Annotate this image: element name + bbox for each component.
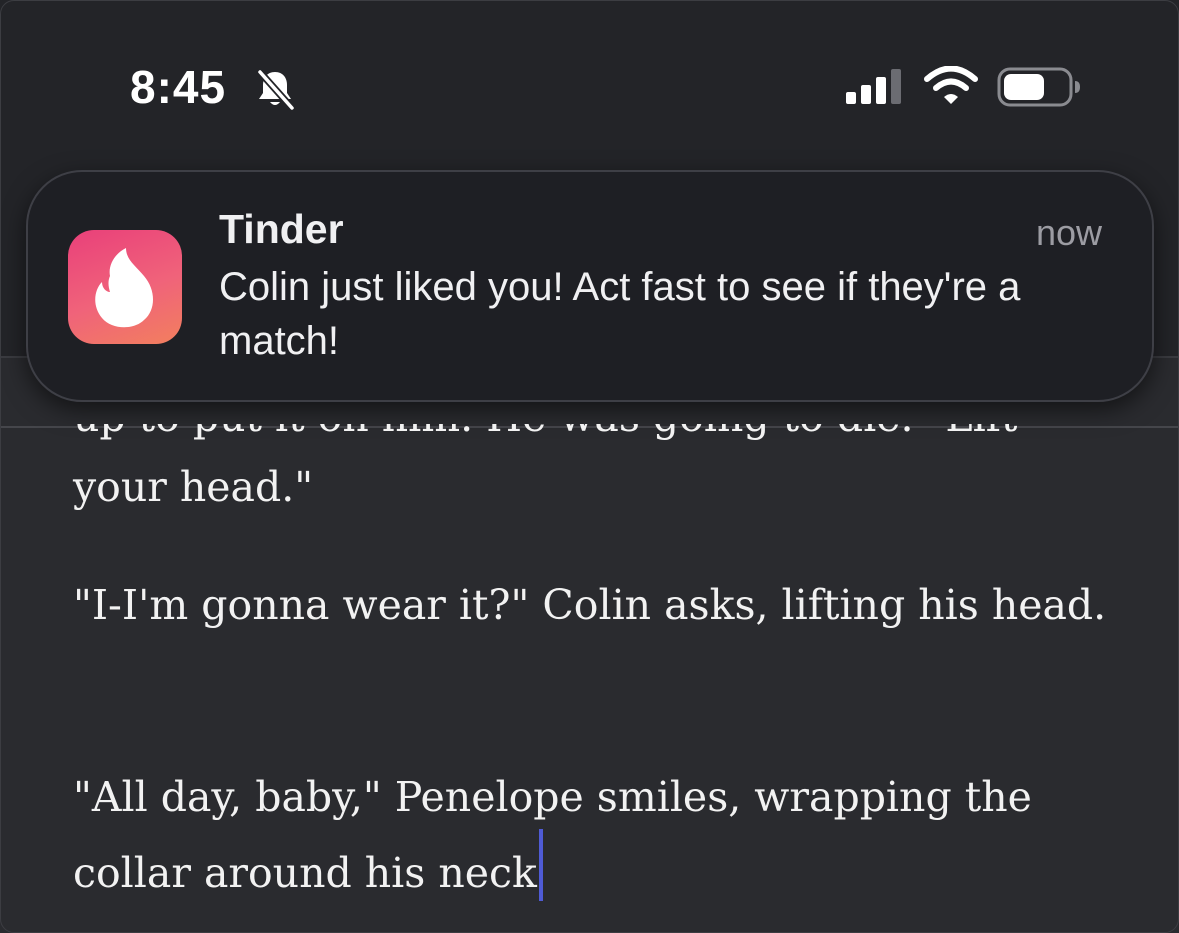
document-paragraph[interactable]: your head." bbox=[73, 456, 1133, 519]
cellular-signal-icon bbox=[844, 68, 906, 106]
tinder-flame-icon bbox=[95, 248, 153, 328]
notification-message: Colin just liked you! Act fast to see if… bbox=[219, 265, 1021, 363]
notification-timestamp: now bbox=[1035, 212, 1102, 253]
document-paragraph-text: "All day, baby," Penelope smiles, wrappi… bbox=[73, 773, 1032, 897]
notification-app-name: Tinder bbox=[219, 206, 344, 252]
notification-banner[interactable]: Tinder now Colin just liked you! Act fas… bbox=[26, 170, 1154, 402]
screen: 8:45 Tinder now Colin just liked you! Ac… bbox=[0, 0, 1179, 933]
tinder-app-icon bbox=[68, 230, 182, 344]
battery-icon bbox=[996, 66, 1084, 108]
document-paragraph-active[interactable]: "All day, baby," Penelope smiles, wrappi… bbox=[73, 766, 1133, 905]
status-time: 8:45 bbox=[130, 61, 227, 113]
wifi-icon bbox=[924, 65, 978, 106]
bell-slash-icon bbox=[252, 66, 298, 112]
document-paragraph[interactable]: "I-I'm gonna wear it?" Colin asks, lifti… bbox=[73, 574, 1133, 637]
text-cursor bbox=[538, 829, 543, 901]
